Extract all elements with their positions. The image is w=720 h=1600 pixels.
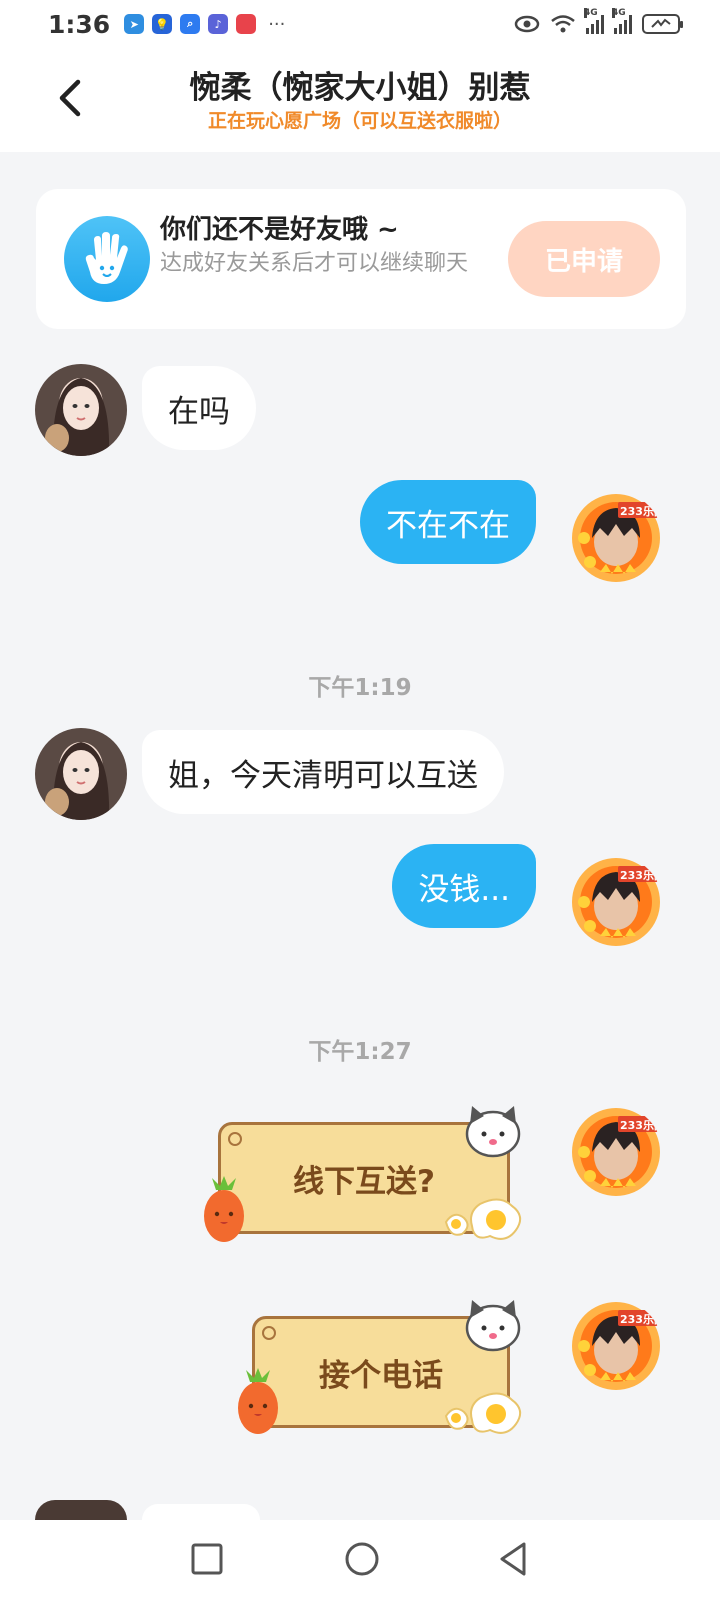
timestamp-label: 下午1:27 [308,1039,412,1065]
other-user-avatar[interactable] [35,364,127,456]
message-bubble-partial[interactable] [142,1504,260,1520]
message-bubble[interactable]: 姐，今天清明可以互送 [142,730,504,814]
svg-text:233乐园: 233乐园 [620,504,662,518]
svg-text:233乐园: 233乐园 [620,1118,662,1132]
message-bubble[interactable]: 在吗 [142,366,256,450]
battery-icon [642,14,683,34]
status-time: 1:36 [48,9,111,39]
system-nav-bar [0,1520,720,1600]
sticker-text: 线下互送? [293,1163,435,1200]
signal-icon-1: 4G [584,8,604,34]
pin-icon [228,1132,242,1146]
status-bar: 1:36 ➤ 💡 ⌕ ♪ ··· 4G 4G [0,0,720,48]
egg-icon [444,1198,522,1240]
music-app-icon: ♪ [208,14,229,34]
status-more: ··· [268,13,286,35]
cat-icon [465,1106,521,1158]
chat-header: 惋柔（惋家大小姐）别惹 正在玩心愿广场（可以互送衣服啦） [0,48,720,152]
red-app-icon [236,14,257,34]
other-user-avatar[interactable] [35,1500,127,1520]
egg-icon [444,1392,522,1434]
triangle-back-nav-icon[interactable] [496,1540,530,1578]
chat-subtitle: 正在玩心愿广场（可以互送衣服啦） [207,110,512,132]
timestamp-label: 下午1:19 [308,675,412,701]
friend-request-card: 你们还不是好友哦 ~ 达成好友关系后才可以继续聊天 已申请 [36,189,686,329]
applied-button[interactable]: 已申请 [508,221,660,297]
telegram-app-icon: ➤ [124,14,145,34]
pin-icon [262,1326,276,1340]
friend-card-title: 你们还不是好友哦 ~ [160,215,399,245]
chat-title: 惋柔（惋家大小姐）别惹 [189,70,531,106]
circle-nav-icon[interactable] [343,1540,381,1578]
search-app-icon: ⌕ [180,14,201,34]
wifi-icon [551,15,575,33]
svg-text:233乐园: 233乐园 [620,1312,662,1326]
message-bubble[interactable]: 没钱... [392,844,536,928]
sticker-text: 接个电话 [319,1357,443,1394]
self-avatar[interactable]: 233乐园 [570,1106,662,1198]
other-user-avatar[interactable] [35,728,127,820]
carrot-icon [238,1368,278,1434]
svg-text:233乐园: 233乐园 [620,868,662,882]
self-avatar[interactable]: 233乐园 [570,856,662,948]
self-avatar[interactable]: 233乐园 [570,492,662,584]
square-nav-icon[interactable] [190,1542,224,1576]
bulb-app-icon: 💡 [152,14,173,34]
cat-icon [465,1300,521,1352]
signal-icon-2: 4G [612,8,632,34]
friend-card-description: 达成好友关系后才可以继续聊天 [160,251,469,276]
eye-icon [514,15,540,33]
self-avatar[interactable]: 233乐园 [570,1300,662,1392]
hand-wave-icon [64,216,150,302]
carrot-icon [204,1176,244,1242]
message-bubble[interactable]: 不在不在 [360,480,536,564]
